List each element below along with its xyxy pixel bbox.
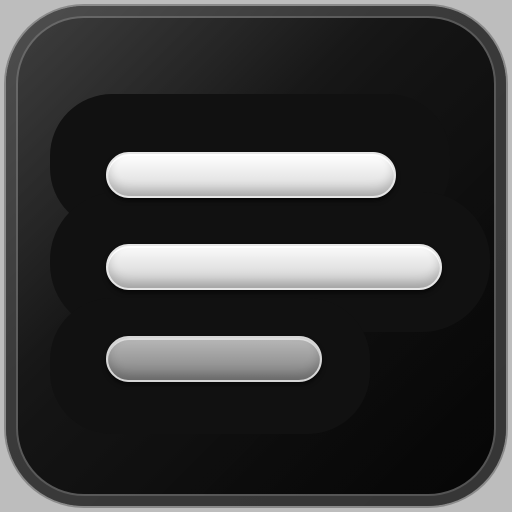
menu-line-2 (106, 244, 442, 290)
screen-canvas (0, 0, 512, 512)
menu-line-3 (106, 336, 322, 382)
app-icon-tile[interactable] (6, 6, 506, 506)
menu-line-1 (106, 152, 396, 198)
